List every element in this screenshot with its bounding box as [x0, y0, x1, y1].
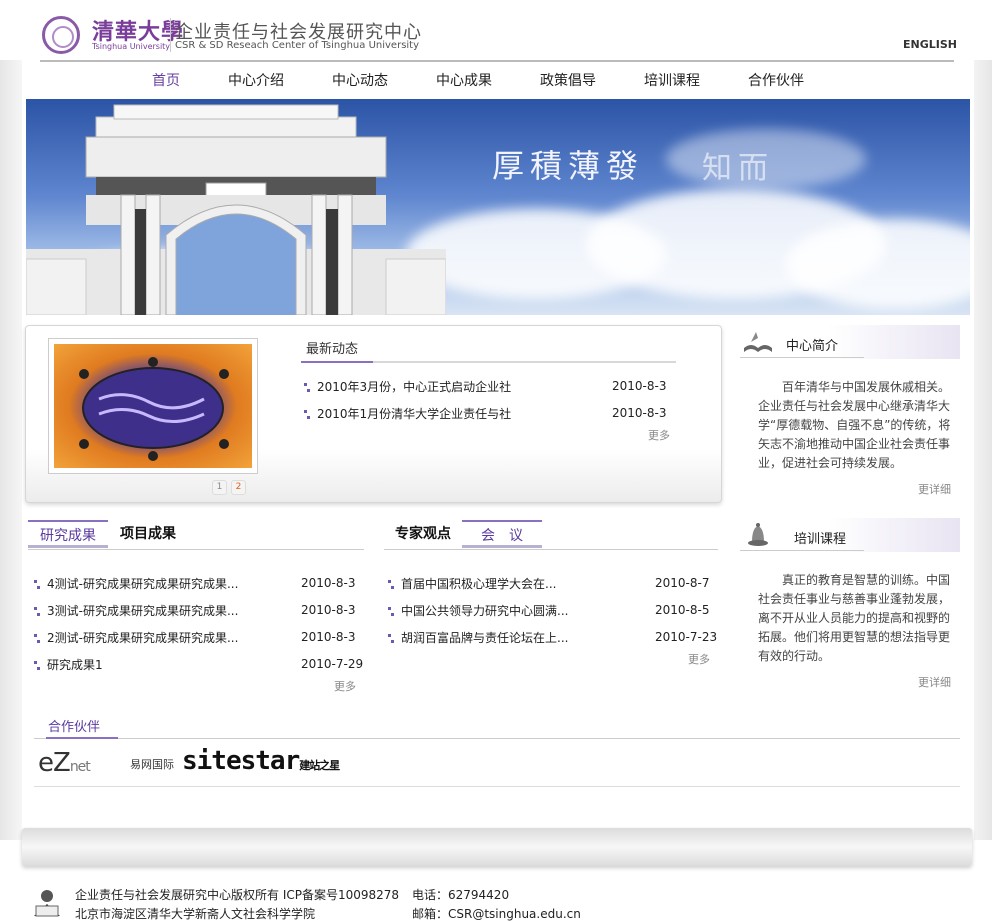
nav-news[interactable]: 中心动态 [332, 70, 388, 90]
footer-phone: 电话：62794420 [412, 888, 510, 902]
research-item[interactable]: 4测试-研究成果研究成果研究成果... [34, 575, 238, 592]
tab-project-results[interactable]: 项目成果 [108, 520, 188, 548]
tsinghua-seal-icon[interactable] [42, 16, 80, 54]
research-item[interactable]: 3测试-研究成果研究成果研究成果... [34, 602, 238, 619]
latest-news-panel: 1 2 最新动态 2010年3月份，中心正式启动企业社 2010-8-3 201… [25, 325, 722, 503]
research-item[interactable]: 2测试-研究成果研究成果研究成果... [34, 629, 238, 646]
mail-person-icon [34, 890, 60, 917]
research-item[interactable]: 研究成果1 [34, 656, 103, 673]
research-tab-bar: 研究成果 项目成果 [28, 520, 364, 550]
research-item-date: 2010-8-3 [301, 630, 356, 644]
intro-text: 百年清华与中国发展休戚相关。企业责任与社会发展中心继承清华大学“厚德载物、自强不… [758, 380, 951, 470]
research-item-date: 2010-7-29 [301, 657, 364, 671]
latest-news-title: 最新动态 [306, 342, 359, 357]
bullet-icon [34, 661, 40, 670]
tab-expert-opinion[interactable]: 专家观点 [384, 520, 462, 548]
opinion-item[interactable]: 中国公共领导力研究中心圆满... [388, 602, 568, 619]
news-more-link[interactable]: 更多 [648, 427, 670, 443]
main-nav: 首页 中心介绍 中心动态 中心成果 政策倡导 培训课程 合作伙伴 [152, 70, 852, 90]
nav-training[interactable]: 培训课程 [644, 70, 700, 90]
book-icon [744, 332, 772, 352]
bullet-icon [34, 580, 40, 589]
opinion-tab-bar: 专家观点 会 议 [384, 520, 718, 550]
page: 清華大學 Tsinghua University 企业责任与社会发展研究中心 C… [22, 0, 974, 921]
footer-bar [22, 828, 972, 866]
latest-news-underline [301, 361, 676, 363]
nav-achievements[interactable]: 中心成果 [436, 70, 492, 90]
nav-partners[interactable]: 合作伙伴 [748, 70, 804, 90]
bullet-icon [34, 607, 40, 616]
tab-conference[interactable]: 会 议 [462, 520, 542, 548]
banner-slogan-faded: 知而 [702, 151, 774, 186]
intro-header-line [740, 357, 864, 358]
banner: 厚積薄發 知而 [26, 99, 970, 315]
partners-divider [34, 737, 960, 739]
opinion-item-date: 2010-8-7 [655, 576, 710, 590]
bullet-icon [304, 383, 310, 392]
nav-home[interactable]: 首页 [152, 70, 180, 90]
news-photo [54, 344, 252, 468]
logo-divider [170, 18, 171, 52]
partner-logo-eznet[interactable]: eZnet [38, 748, 91, 778]
training-title: 培训课程 [794, 532, 847, 547]
opinion-item-date: 2010-8-5 [655, 603, 710, 617]
research-item-date: 2010-8-3 [301, 576, 356, 590]
opinion-item-date: 2010-7-23 [655, 630, 718, 644]
logo-en: Tsinghua University [92, 42, 171, 51]
intro-more-link[interactable]: 更详细 [918, 481, 951, 497]
intro-title: 中心简介 [786, 339, 839, 354]
footer-address: 北京市海淀区清华大学新斋人文社会科学学院 [75, 907, 316, 921]
tsinghua-gate-image [26, 104, 446, 315]
news-image-frame[interactable] [48, 338, 258, 474]
partner-logo-sitestar[interactable]: sitestar建站之星 [182, 746, 340, 776]
bullet-icon [388, 580, 394, 589]
banner-slogan: 厚積薄發 [492, 147, 645, 185]
news-item[interactable]: 2010年1月份清华大学企业责任与社 [304, 405, 511, 422]
center-name-en: CSR & SD Reseach Center of Tsinghua Univ… [175, 40, 420, 51]
pager-page-2[interactable]: 2 [231, 480, 246, 495]
training-more-link[interactable]: 更详细 [918, 674, 951, 690]
partner-logo-yiwang[interactable]: 易网国际 [130, 756, 174, 772]
opinion-more-link[interactable]: 更多 [688, 651, 710, 667]
pager-page-1[interactable]: 1 [212, 480, 227, 495]
header-divider [40, 60, 954, 62]
partners-bottom-line [34, 786, 960, 787]
footer-copyright: 企业责任与社会发展研究中心版权所有 ICP备案号10098278 [75, 888, 400, 902]
bullet-icon [388, 634, 394, 643]
research-more-link[interactable]: 更多 [334, 678, 356, 694]
partners-title: 合作伙伴 [48, 720, 101, 735]
english-link[interactable]: ENGLISH [903, 38, 957, 51]
news-photo-art [79, 357, 229, 461]
bullet-icon [304, 410, 310, 419]
tab-research-results[interactable]: 研究成果 [28, 520, 108, 548]
nav-about[interactable]: 中心介绍 [228, 70, 284, 90]
opinion-item[interactable]: 胡润百富品牌与责任论坛在上... [388, 629, 568, 646]
bell-icon [748, 523, 768, 546]
news-item[interactable]: 2010年3月份，中心正式启动企业社 [304, 378, 511, 395]
bullet-icon [388, 607, 394, 616]
research-item-date: 2010-8-3 [301, 603, 356, 617]
bullet-icon [34, 634, 40, 643]
left-page-shadow [0, 60, 22, 840]
news-pager: 1 2 [212, 480, 246, 495]
opinion-item[interactable]: 首届中国积极心理学大会在... [388, 575, 556, 592]
news-item-date: 2010-8-3 [612, 379, 667, 393]
news-item-date: 2010-8-3 [612, 406, 667, 420]
footer-email[interactable]: 邮箱：CSR@tsinghua.edu.cn [412, 905, 581, 921]
nav-policy[interactable]: 政策倡导 [540, 70, 596, 90]
training-text: 真正的教育是智慧的训练。中国社会责任事业与慈善事业蓬勃发展，离不开从业人员能力的… [758, 573, 951, 663]
training-header-line [740, 550, 864, 551]
